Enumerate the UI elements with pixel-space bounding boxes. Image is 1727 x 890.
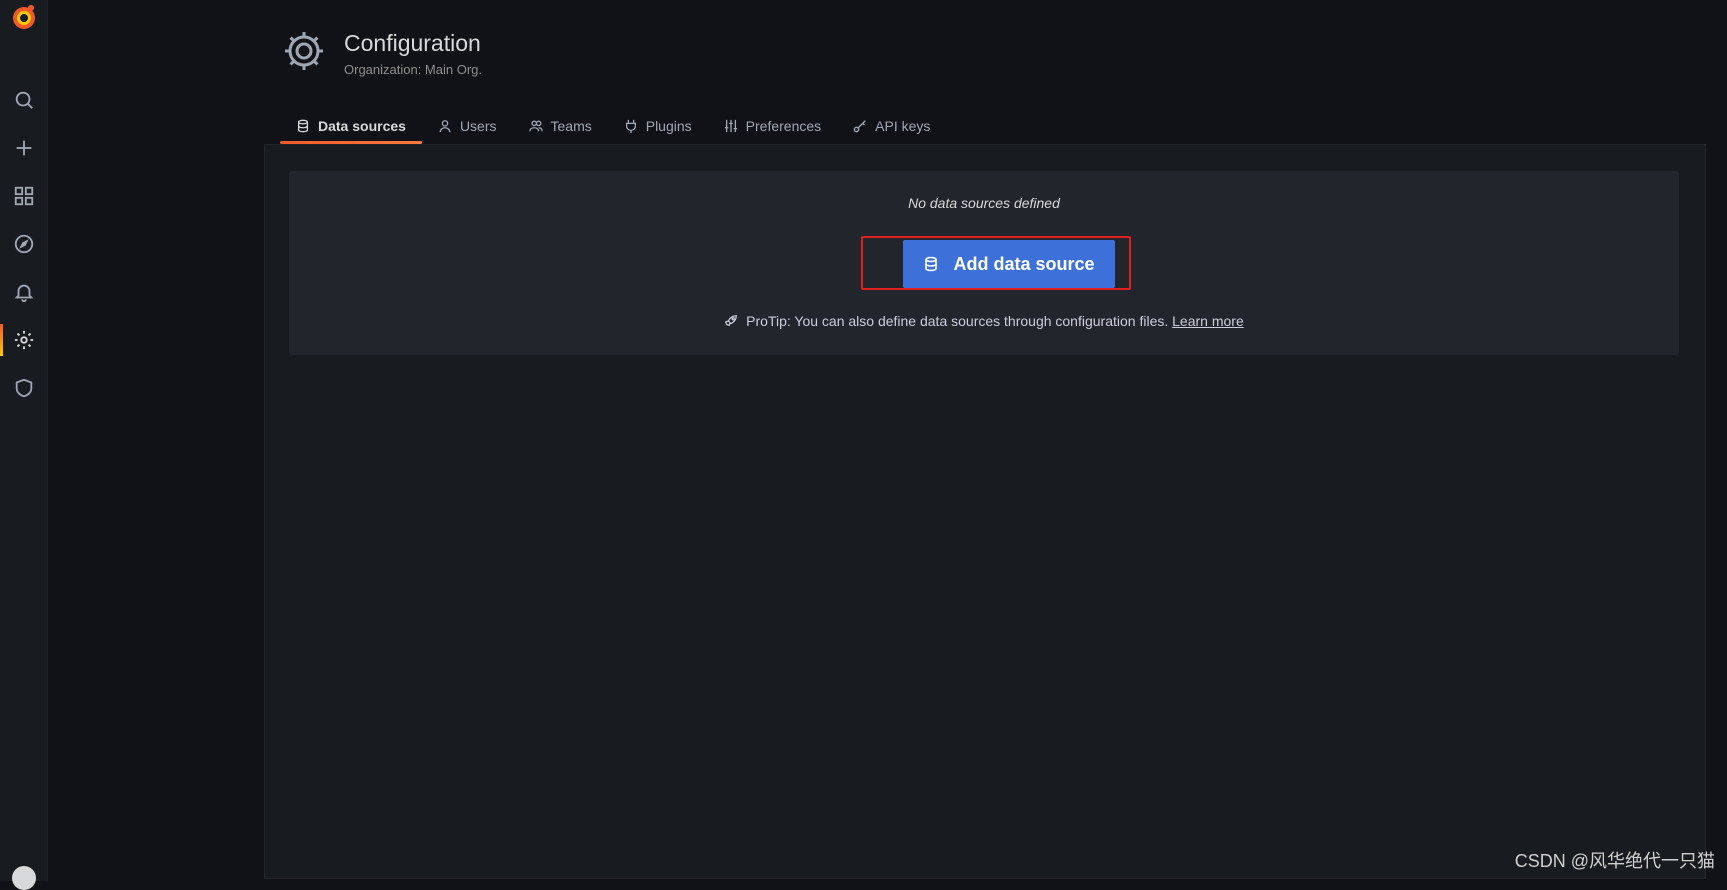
watermark: CSDN @风华绝代一只猫 (1514, 851, 1715, 871)
compass-icon[interactable] (0, 224, 47, 264)
database-icon (297, 119, 309, 133)
protip: ProTip: You can also define data sources… (289, 313, 1679, 329)
page-subtitle: Organization: Main Org. (344, 62, 483, 77)
tab-bar: Data sources Users Teams Plugins Prefere… (280, 108, 946, 144)
empty-state-panel: No data sources defined Add data source … (289, 171, 1679, 355)
tab-label: Teams (550, 118, 592, 134)
add-data-source-label: Add data source (953, 253, 1095, 274)
tab-users[interactable]: Users (422, 108, 513, 144)
bell-icon[interactable] (0, 272, 47, 312)
users-icon (528, 120, 543, 132)
tab-label: API keys (875, 118, 931, 134)
tab-label: Preferences (745, 118, 822, 134)
add-data-source-button[interactable]: Add data source (903, 240, 1115, 288)
sidebar (0, 0, 48, 890)
dashboards-icon[interactable] (0, 176, 47, 216)
tab-plugins[interactable]: Plugins (608, 108, 708, 144)
user-icon (439, 120, 451, 133)
rocket-icon (725, 315, 738, 327)
shield-icon[interactable] (0, 368, 47, 408)
gear-icon[interactable] (0, 320, 47, 360)
plus-icon[interactable] (0, 128, 47, 168)
tab-teams[interactable]: Teams (513, 108, 608, 144)
tab-label: Users (459, 118, 497, 134)
grafana-logo-icon[interactable] (10, 2, 38, 32)
database-icon (925, 256, 938, 272)
learn-more-link[interactable]: Learn more (1172, 313, 1244, 329)
main-content: No data sources defined Add data source … (264, 144, 1706, 879)
sliders-icon (724, 119, 737, 133)
page-title: Configuration (344, 30, 481, 56)
protip-text: ProTip: You can also define data sources… (746, 313, 1169, 329)
tab-label: Data sources (318, 118, 406, 134)
key-icon (853, 120, 866, 133)
search-icon[interactable] (0, 80, 47, 120)
tab-label: Plugins (645, 118, 692, 134)
tab-preferences[interactable]: Preferences (708, 108, 837, 144)
tab-api-keys[interactable]: API keys (837, 108, 946, 144)
avatar[interactable] (12, 866, 36, 890)
gear-icon (281, 28, 327, 74)
plug-icon (625, 119, 636, 133)
tab-data-sources[interactable]: Data sources (280, 108, 422, 144)
empty-state-message: No data sources defined (908, 195, 1060, 211)
